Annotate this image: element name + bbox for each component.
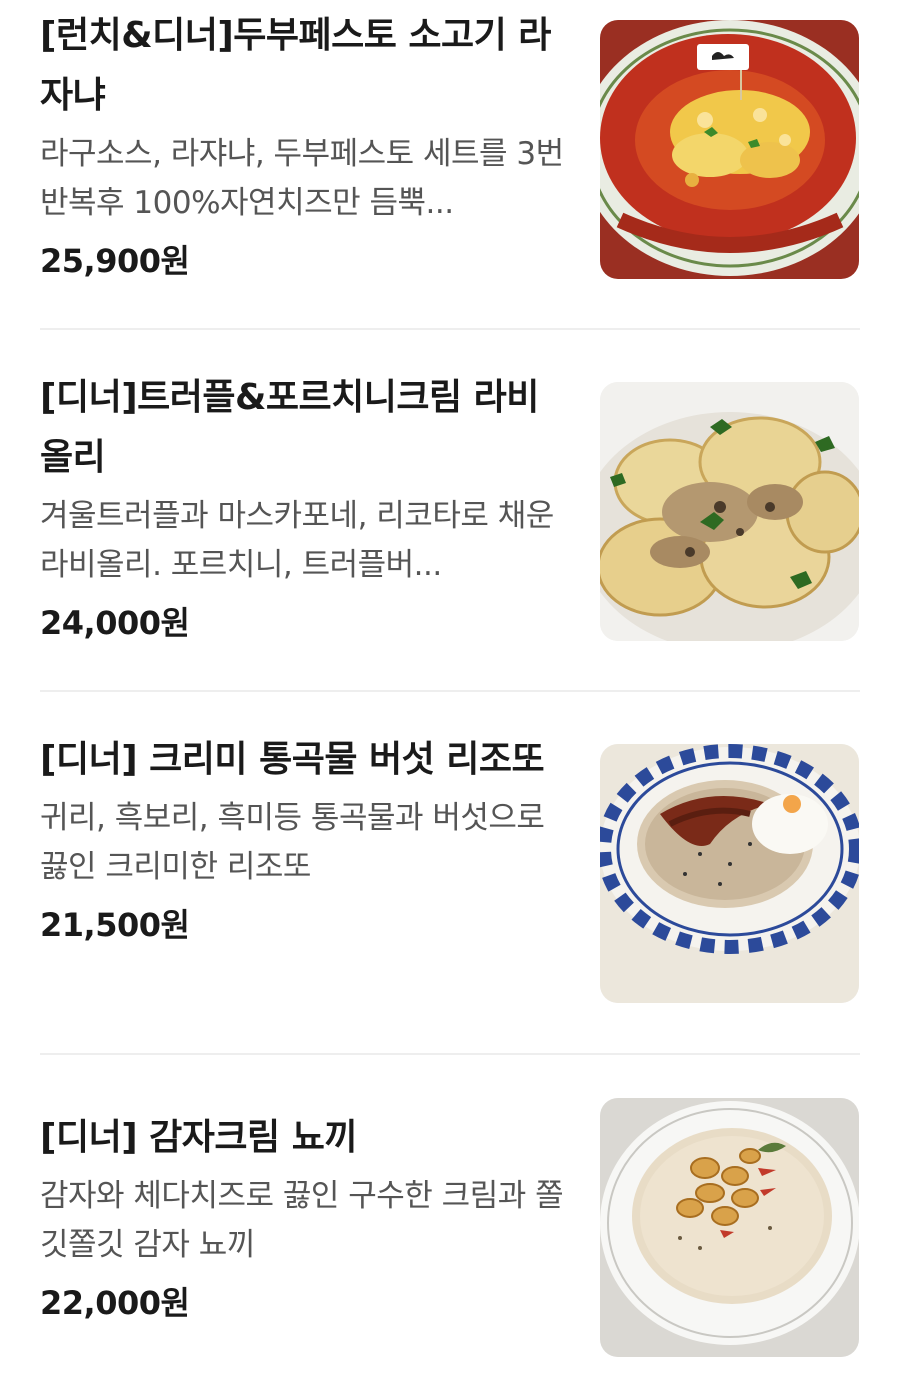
ravioli-photo[interactable] [600,382,859,641]
menu-item-description: 귀리, 흑보리, 흑미등 통곡물과 버섯으로 끓인 크리미한 리조또 [40,800,545,885]
ravioli-image [600,382,859,641]
menu-item-description: 겨울트러플과 마스카포네, 리코타로 채운 라비올리. 포르치니, 트러플버..… [40,498,554,583]
menu-item-title: [디너] 감자크림 뇨끼 [40,1117,357,1158]
risotto-photo[interactable] [600,744,859,1003]
lasagna-photo[interactable] [600,20,859,279]
divider [40,328,860,330]
menu-list: [런치&디너]두부페스토 소고기 라자냐 라구소스, 라쟈냐, 두부페스토 세트… [0,0,900,1384]
menu-item-description: 라구소스, 라쟈냐, 두부페스토 세트를 3번 반복후 100%자연치즈만 듬뿍… [40,136,564,221]
lasagna-image [600,20,859,279]
menu-item-lasagna[interactable]: [런치&디너]두부페스토 소고기 라자냐 라구소스, 라쟈냐, 두부페스토 세트… [0,0,900,330]
divider [40,690,860,692]
menu-item-text: [디너] 크리미 통곡물 버섯 리조또 귀리, 흑보리, 흑미등 통곡물과 버섯… [40,730,565,952]
menu-item-title: [디너]트러플&포르치니크림 라비올리 [40,377,539,478]
menu-item-title: [런치&디너]두부페스토 소고기 라자냐 [40,15,551,116]
menu-item-price: 21,500원 [40,906,190,944]
risotto-image [600,744,859,1003]
gnocchi-image [600,1098,859,1357]
menu-item-description: 감자와 체다치즈로 끓인 구수한 크림과 쫄깃쫄깃 감자 뇨끼 [40,1178,564,1263]
menu-item-gnocchi[interactable]: [디너] 감자크림 뇨끼 감자와 체다치즈로 끓인 구수한 크림과 쫄깃쫄깃 감… [0,1086,900,1384]
menu-item-text: [디너] 감자크림 뇨끼 감자와 체다치즈로 끓인 구수한 크림과 쫄깃쫄깃 감… [40,1108,565,1330]
gnocchi-photo[interactable] [600,1098,859,1357]
menu-item-text: [런치&디너]두부페스토 소고기 라자냐 라구소스, 라쟈냐, 두부페스토 세트… [40,6,565,288]
menu-item-ravioli[interactable]: [디너]트러플&포르치니크림 라비올리 겨울트러플과 마스카포네, 리코타로 채… [0,362,900,692]
menu-item-risotto[interactable]: [디너] 크리미 통곡물 버섯 리조또 귀리, 흑보리, 흑미등 통곡물과 버섯… [0,724,900,1054]
menu-item-text: [디너]트러플&포르치니크림 라비올리 겨울트러플과 마스카포네, 리코타로 채… [40,368,565,650]
menu-item-price: 25,900원 [40,242,190,280]
divider [40,1053,860,1055]
menu-item-price: 24,000원 [40,604,190,642]
menu-item-price: 22,000원 [40,1284,190,1322]
menu-item-title: [디너] 크리미 통곡물 버섯 리조또 [40,739,545,780]
